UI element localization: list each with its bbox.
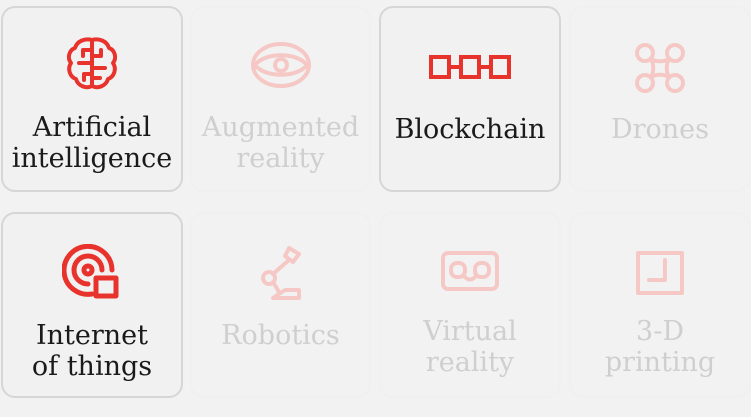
tile-label: Artificial intelligence <box>11 112 173 174</box>
vr-headset-icon <box>440 250 500 296</box>
tile-artificial-intelligence[interactable]: Artificial intelligence <box>1 6 183 192</box>
brain-circuit-icon <box>63 34 121 96</box>
tile-label: Virtual reality <box>423 316 517 378</box>
tile-augmented-reality[interactable]: Augmented reality <box>190 6 371 192</box>
tile-label: Blockchain <box>394 114 546 145</box>
tile-label: Robotics <box>221 320 340 351</box>
eye-icon <box>250 40 312 94</box>
tile-internet-of-things[interactable]: Internet of things <box>1 212 183 398</box>
3d-printer-icon <box>635 250 685 300</box>
tile-label: 3-D printing <box>604 316 716 378</box>
tile-label: Augmented reality <box>201 112 360 174</box>
tile-label: Internet of things <box>31 320 153 382</box>
drone-icon <box>634 42 686 98</box>
tile-robotics[interactable]: Robotics <box>190 212 371 398</box>
robot-arm-icon <box>255 244 307 306</box>
tile-label: Drones <box>610 114 710 145</box>
signal-device-icon <box>61 243 122 304</box>
tile-3d-printing[interactable]: 3-D printing <box>569 212 751 398</box>
tile-drones[interactable]: Drones <box>569 6 751 192</box>
chain-blocks-icon <box>428 54 512 86</box>
tile-blockchain[interactable]: Blockchain <box>379 6 561 192</box>
tile-virtual-reality[interactable]: Virtual reality <box>379 212 561 398</box>
technology-grid: Artificial intelligence Augmented reality <box>0 0 751 417</box>
